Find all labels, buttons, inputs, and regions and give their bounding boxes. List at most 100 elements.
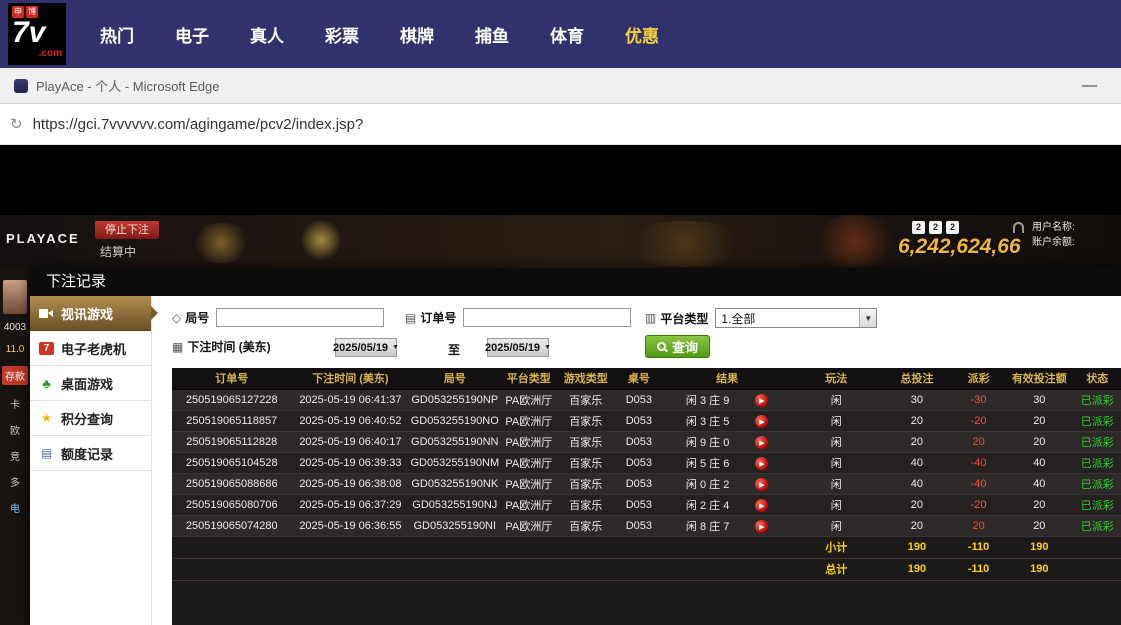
screen: 申 博 7v .com 热门电子真人彩票棋牌捕鱼体育优惠 PlayAce - 个… (0, 0, 1121, 625)
sidebar-item-label: 电子老虎机 (61, 339, 126, 358)
sidebar-item-label: 视讯游戏 (61, 304, 113, 323)
play-video-icon[interactable]: ▶ (755, 415, 768, 428)
cell-time: 2025-05-19 06:38:08 (292, 473, 410, 494)
date-to-select[interactable]: 2025/05/19 ▼ (487, 338, 549, 357)
slot-machine-icon (39, 342, 54, 355)
column-header: 派彩 (952, 368, 1005, 389)
cell-result: 闲 3 庄 5▶ (664, 410, 791, 431)
cell-play: 闲 (791, 431, 882, 452)
nav-item-qipai[interactable]: 棋牌 (400, 22, 434, 47)
cell-game: 百家乐 (557, 431, 614, 452)
cell-game: 百家乐 (557, 473, 614, 494)
reload-icon[interactable]: ↻ (10, 115, 23, 133)
sidebar-item-points[interactable]: 积分查询 (30, 401, 151, 436)
cell-result: 闲 8 庄 7▶ (664, 515, 791, 536)
play-video-icon[interactable]: ▶ (755, 394, 768, 407)
sum-valid: 190 (1005, 536, 1073, 558)
address-bar: ↻ https://gci.7vvvvvv.com/agingame/pcv2/… (0, 104, 1121, 145)
platform-select[interactable]: 1.全部 ▼ (715, 308, 877, 328)
cell-time: 2025-05-19 06:41:37 (292, 389, 410, 410)
cell-round: GD053255190NN (409, 431, 500, 452)
round-input[interactable] (216, 308, 384, 327)
search-button[interactable]: 查询 (645, 335, 710, 358)
date-from-select[interactable]: 2025/05/19 ▼ (335, 338, 397, 357)
cell-round: GD053255190NJ (409, 494, 500, 515)
platform-filter: ▥ 平台类型 1.全部 ▼ (645, 308, 877, 328)
cell-payout: -40 (952, 473, 1005, 494)
site-logo[interactable]: 申 博 7v .com (8, 3, 66, 65)
cell-status: 已派彩 (1073, 410, 1121, 431)
nav-item-tiyu[interactable]: 体育 (550, 22, 584, 47)
nav-item-buyu[interactable]: 捕鱼 (475, 22, 509, 47)
round-filter: ◇ 局号 (172, 308, 384, 327)
cell-total: 20 (882, 431, 952, 452)
casino-glow-decor (190, 223, 252, 263)
cell-play: 闲 (791, 452, 882, 473)
nav-item-caipiao[interactable]: 彩票 (325, 22, 359, 47)
cell-empty (1073, 558, 1121, 580)
column-header: 总投注 (882, 368, 952, 389)
platform-selected-value: 1.全部 (721, 310, 755, 327)
minimize-button[interactable]: — (1072, 77, 1107, 94)
table-row: 2505190651128282025-05-19 06:40:17GD0532… (172, 431, 1121, 452)
cell-order: 250519065074280 (172, 515, 292, 536)
cell-payout: 20 (952, 515, 1005, 536)
points-star-icon (39, 412, 54, 425)
cell-table: D053 (614, 515, 663, 536)
cell-platform: PA欧洲厅 (500, 410, 557, 431)
sidebar-item-quota[interactable]: 额度记录 (30, 436, 151, 471)
sidebar-item-slots[interactable]: 电子老虎机 (30, 331, 151, 366)
cell-platform: PA欧洲厅 (500, 389, 557, 410)
cell-order: 250519065080706 (172, 494, 292, 515)
dice-row: 222 (912, 221, 959, 234)
casino-glow-decor (620, 221, 750, 267)
casino-glow-decor (810, 215, 900, 268)
stop-bet-button[interactable]: 停止下注 (95, 221, 159, 239)
play-video-icon[interactable]: ▶ (755, 478, 768, 491)
sidebar-item-video-games[interactable]: 视讯游戏 (30, 296, 151, 331)
cell-order: 250519065118857 (172, 410, 292, 431)
nav-item-hot[interactable]: 热门 (100, 22, 134, 47)
table-header-row: 订单号下注时间 (美东)局号平台类型游戏类型桌号结果玩法总投注派彩有效投注额状态 (172, 368, 1121, 389)
search-button-label: 查询 (672, 337, 698, 356)
cell-valid: 20 (1005, 431, 1073, 452)
column-header: 下注时间 (美东) (292, 368, 410, 389)
play-video-icon[interactable]: ▶ (755, 499, 768, 512)
sum-total: 190 (882, 558, 952, 580)
result-text: 闲 2 庄 4 (686, 500, 729, 512)
left-strip-fragment: 卡 (1, 396, 29, 411)
cell-table: D053 (614, 494, 663, 515)
cell-status: 已派彩 (1073, 515, 1121, 536)
die-face: 2 (912, 221, 925, 234)
cell-status: 已派彩 (1073, 431, 1121, 452)
play-video-icon[interactable]: ▶ (755, 436, 768, 449)
cell-total: 20 (882, 515, 952, 536)
cell-platform: PA欧洲厅 (500, 494, 557, 515)
cell-table: D053 (614, 410, 663, 431)
top-nav: 申 博 7v .com 热门 电子 真人 彩票 棋牌 捕鱼 体育 优惠 (0, 0, 1121, 68)
play-video-icon[interactable]: ▶ (755, 520, 768, 533)
nav-item-zhenren[interactable]: 真人 (250, 22, 284, 47)
table-games-icon (39, 377, 54, 390)
column-header: 局号 (409, 368, 500, 389)
filter-panel: ◇ 局号 ▤ 订单号 ▥ 平台类型 1.全部 ▼ (152, 296, 1121, 368)
left-strip-fragment: 电 (1, 500, 29, 515)
sidebar-item-table-games[interactable]: 桌面游戏 (30, 366, 151, 401)
bet-table: 订单号下注时间 (美东)局号平台类型游戏类型桌号结果玩法总投注派彩有效投注额状态… (172, 368, 1121, 581)
account-label: 用户名称: (1032, 220, 1075, 235)
bet-records-modal: 下注记录 视讯游戏电子老虎机桌面游戏积分查询额度记录 ◇ 局号 ▤ 订单号 (30, 268, 1121, 625)
cell-payout: -30 (952, 389, 1005, 410)
url-text[interactable]: https://gci.7vvvvvv.com/agingame/pcv2/in… (33, 116, 364, 133)
nav-item-dianzi[interactable]: 电子 (175, 22, 209, 47)
play-video-icon[interactable]: ▶ (755, 457, 768, 470)
cell-payout: -40 (952, 452, 1005, 473)
order-input[interactable] (463, 308, 631, 327)
cell-platform: PA欧洲厅 (500, 515, 557, 536)
column-header: 订单号 (172, 368, 292, 389)
result-text: 闲 5 庄 6 (686, 458, 729, 470)
nav-item-youhui[interactable]: 优惠 (625, 22, 659, 47)
cell-total: 20 (882, 494, 952, 515)
cell-platform: PA欧洲厅 (500, 452, 557, 473)
table-row: 2505190651272282025-05-19 06:41:37GD0532… (172, 389, 1121, 410)
cell-play: 闲 (791, 410, 882, 431)
